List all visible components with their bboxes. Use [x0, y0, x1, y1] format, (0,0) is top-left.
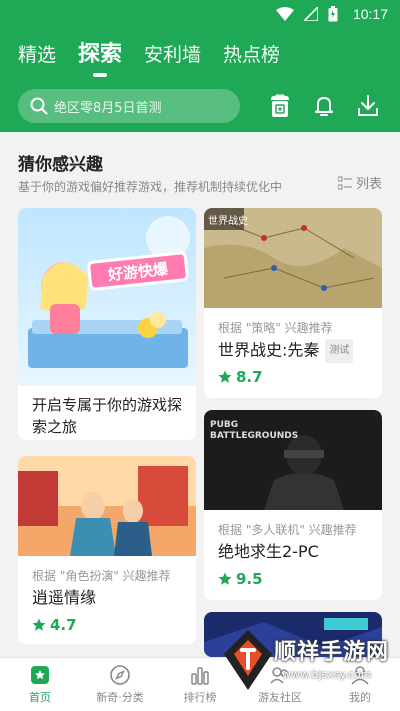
- card-game-xiaoyao[interactable]: 根据 "角色扮演" 兴趣推荐 逍遥情缘 4.7: [18, 456, 196, 644]
- test-badge: 测试: [325, 339, 354, 363]
- top-tabs: 精选 探索 安利墙 热点榜: [18, 42, 280, 68]
- card-title: 开启专属于你的游戏探索之旅: [32, 396, 183, 436]
- card-reason: 根据 "角色扮演" 兴趣推荐: [32, 569, 171, 583]
- search-placeholder: 绝区零8月5日首测: [54, 100, 162, 116]
- card-game-pubg[interactable]: PUBG BATTLEGROUNDS 根据 "多人联机" 兴趣推荐 绝地求生2-…: [204, 410, 382, 600]
- signal-icon: [304, 7, 318, 21]
- nav-label: 排行榜: [183, 691, 217, 704]
- bell-icon[interactable]: [310, 92, 338, 120]
- compass-icon: [110, 665, 130, 685]
- nav-label: 首页: [29, 691, 51, 704]
- card-score: 9.5: [218, 570, 263, 588]
- tab-recommend-wall[interactable]: 安利墙: [144, 42, 201, 68]
- list-view-label: 列表: [355, 177, 382, 192]
- card-title-text: 世界战史:先秦: [218, 340, 320, 360]
- section-subtitle: 基于你的游戏偏好推荐游戏，推荐机制持续优化中: [18, 180, 283, 194]
- card-score: 4.7: [32, 616, 77, 634]
- tab-hot-list[interactable]: 热点榜: [223, 42, 280, 68]
- card-score: 8.7: [218, 368, 263, 386]
- nav-home[interactable]: 首页: [0, 658, 80, 711]
- wifi-icon: [276, 7, 294, 21]
- score-value: 9.5: [236, 570, 263, 588]
- search-bar[interactable]: 绝区零8月5日首测: [18, 89, 240, 123]
- card-title: 逍遥情缘: [32, 588, 97, 607]
- tab-explore[interactable]: 探索: [78, 42, 122, 68]
- list-icon: [337, 175, 352, 190]
- card-image: [18, 208, 196, 386]
- card-logo-text: 好游快爆: [107, 259, 169, 284]
- status-time: 10:17: [352, 6, 388, 22]
- watermark-logo-icon: [224, 630, 272, 690]
- score-value: 8.7: [236, 368, 263, 386]
- card-title: 世界战史:先秦 测试: [218, 339, 354, 363]
- app-header: 10:17 精选 探索 安利墙 热点榜 绝区零8月5日首测: [0, 0, 400, 132]
- card-reason: 根据 "策略" 兴趣推荐: [218, 321, 333, 335]
- battery-icon: [328, 6, 338, 22]
- chart-icon: [191, 667, 209, 685]
- star-icon: [32, 618, 46, 631]
- tab-featured[interactable]: 精选: [18, 42, 56, 68]
- watermark: 顺祥手游网 www.bjsxsy.com: [222, 628, 400, 708]
- card-image-caption: 世界战史: [208, 216, 248, 227]
- watermark-url: www.bjsxsy.com: [282, 668, 372, 681]
- card-title: 绝地求生2-PC: [218, 542, 319, 561]
- card-reason: 根据 "多人联机" 兴趣推荐: [218, 523, 357, 537]
- status-bar: 10:17: [0, 0, 400, 30]
- section-title: 猜你感兴趣: [18, 155, 103, 175]
- download-icon[interactable]: [354, 92, 382, 120]
- nav-label: 新奇·分类: [96, 691, 144, 704]
- home-icon: [31, 666, 49, 684]
- gift-shop-icon[interactable]: [266, 92, 294, 120]
- star-icon: [218, 572, 232, 585]
- card-game-world-war[interactable]: 世界战史 根据 "策略" 兴趣推荐 世界战史:先秦 测试 8.7: [204, 208, 382, 398]
- card-image: [18, 456, 196, 556]
- watermark-text: 顺祥手游网: [274, 640, 390, 665]
- list-view-toggle[interactable]: 列表: [337, 173, 382, 192]
- search-icon: [30, 97, 48, 115]
- card-explore-journey[interactable]: 好游快爆 开启专属于你的游戏探索之旅: [18, 208, 196, 440]
- card-image-caption: PUBG BATTLEGROUNDS: [210, 420, 299, 441]
- score-value: 4.7: [50, 616, 77, 634]
- status-icons: [276, 6, 338, 22]
- star-icon: [218, 370, 232, 383]
- nav-discover-category[interactable]: 新奇·分类: [80, 658, 160, 711]
